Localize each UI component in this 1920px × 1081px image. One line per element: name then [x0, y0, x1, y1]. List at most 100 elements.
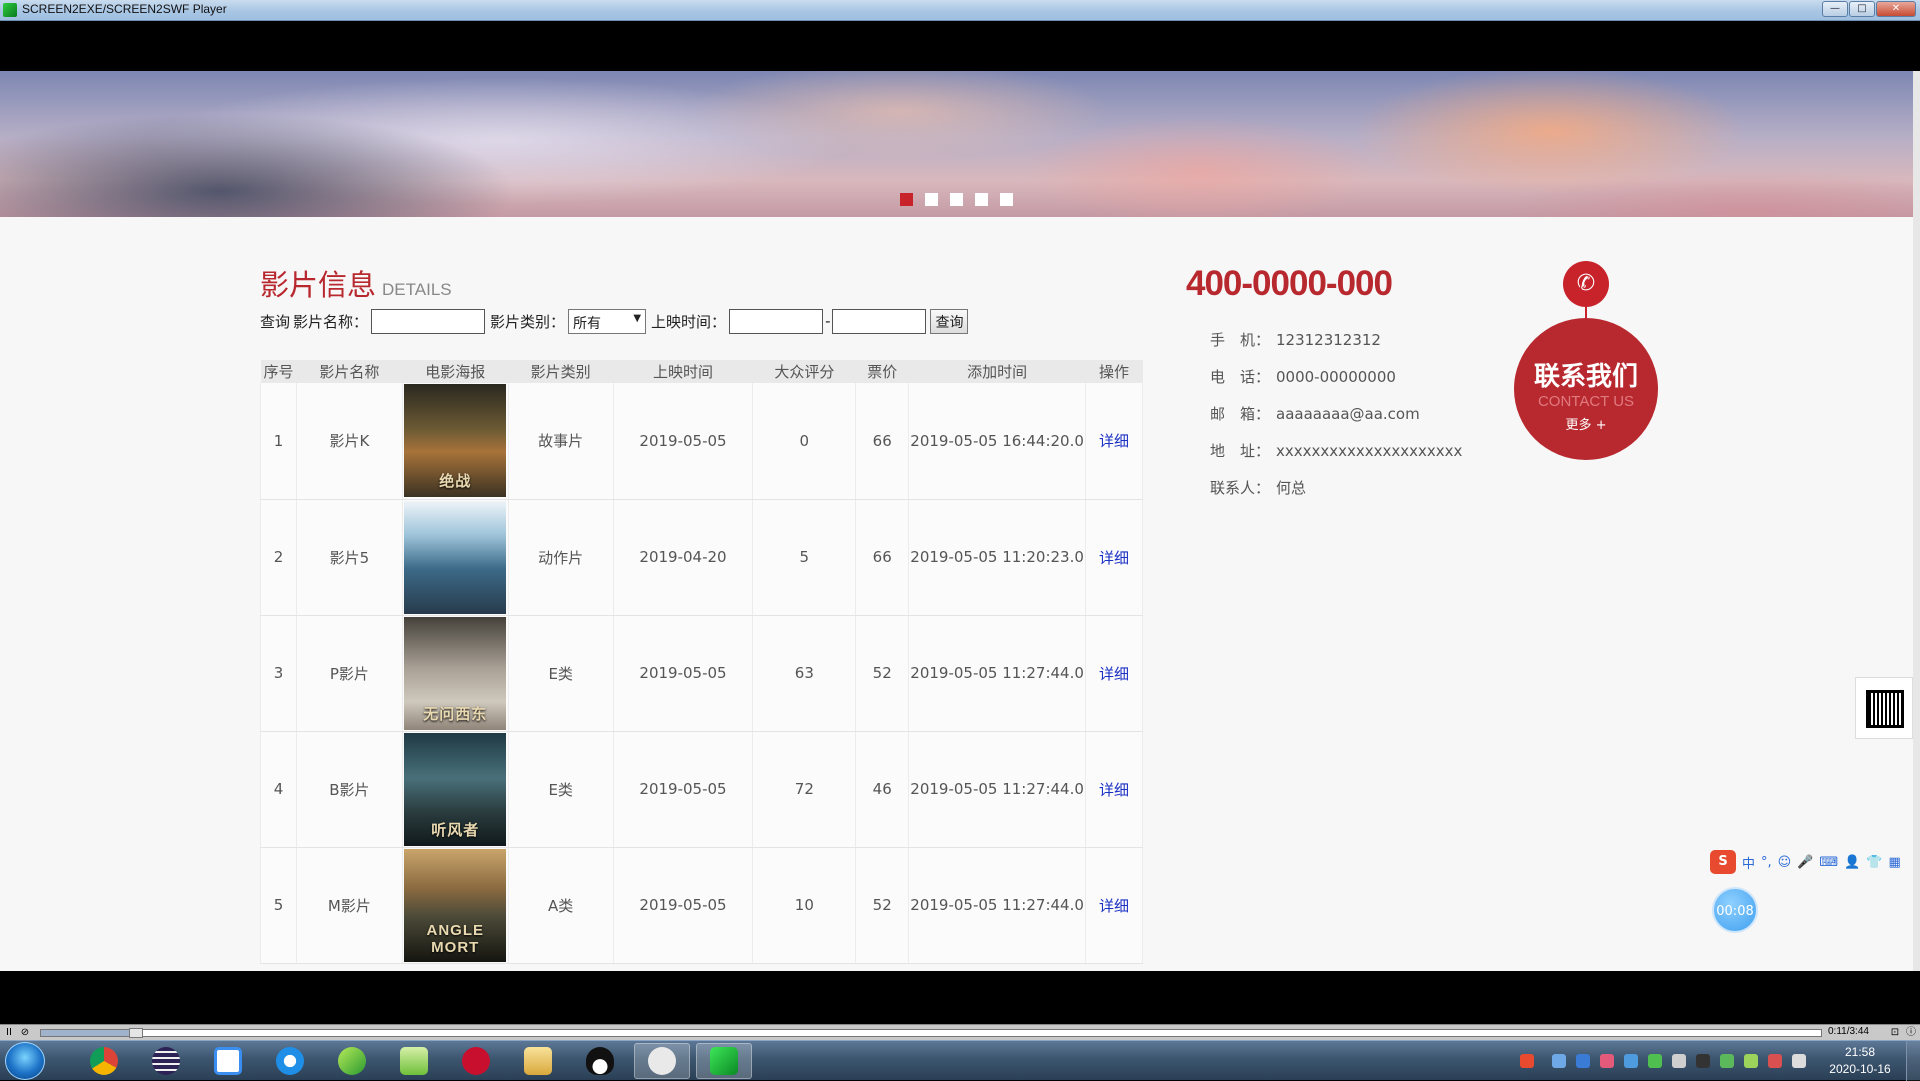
wechat-tray-icon[interactable] [1648, 1054, 1662, 1068]
movie-poster[interactable]: 无问西东 [404, 616, 507, 730]
taskbar-explorer[interactable] [510, 1043, 566, 1079]
recording-timer[interactable]: 00:08 [1712, 887, 1758, 933]
taskbar-green-app[interactable] [324, 1043, 380, 1079]
table-header-row: 序号 影片名称 电影海报 影片类别 上映时间 大众评分 票价 添加时间 操作 [260, 360, 1143, 383]
cell-no: 3 [260, 615, 297, 732]
hero-banner [0, 71, 1913, 217]
sogou-ime-icon[interactable]: S [1710, 850, 1736, 874]
cell-release: 2019-05-05 [613, 847, 754, 964]
release-date-from-input[interactable] [729, 308, 824, 334]
movie-poster[interactable] [404, 500, 507, 614]
keyboard-icon[interactable]: ⌨ [1819, 855, 1838, 870]
movie-name-input[interactable] [371, 308, 486, 334]
taskbar-eclipse[interactable] [138, 1043, 194, 1079]
section-title-en: DETAILS [382, 280, 452, 299]
search-button[interactable]: 查询 [930, 308, 969, 334]
cell-category: 故事片 [508, 383, 614, 500]
fullscreen-button[interactable]: ⊡ [1888, 1026, 1902, 1039]
user-icon[interactable]: 👤 [1844, 855, 1860, 870]
header-poster: 电影海报 [402, 360, 509, 383]
cell-release: 2019-05-05 [613, 383, 754, 500]
cell-category: E类 [508, 615, 614, 732]
taskbar-qq[interactable] [572, 1043, 628, 1079]
banner-dot-3[interactable] [950, 193, 963, 206]
cell-name: P影片 [296, 615, 403, 732]
cell-no: 2 [260, 499, 297, 616]
detail-link[interactable]: 详细 [1099, 665, 1129, 683]
movie-poster[interactable]: ANGLE MORT [404, 848, 507, 962]
player-viewport: 影片信息 DETAILS 查询 影片名称： 影片类别： 所有 ▼ 上映时间： - … [0, 21, 1920, 1024]
volume-muted-tray-icon[interactable] [1768, 1054, 1782, 1068]
cell-name: 影片K [296, 383, 403, 500]
qq-tray-icon[interactable] [1696, 1054, 1710, 1068]
page-scrollbar[interactable] [1913, 71, 1920, 971]
arrow-tray-icon[interactable] [1672, 1054, 1686, 1068]
start-button[interactable] [5, 1042, 45, 1080]
toolbox-icon[interactable]: ▦ [1889, 855, 1901, 870]
more-link[interactable]: 更多 + [1514, 414, 1658, 433]
table-row: 1 影片K 绝战 故事片 2019-05-05 0 66 2019-05-05 … [260, 383, 1143, 500]
banner-dot-5[interactable] [1000, 193, 1013, 206]
taskbar-wechat[interactable] [634, 1043, 690, 1079]
progress-track[interactable] [40, 1028, 1822, 1038]
detail-link[interactable]: 详细 [1099, 781, 1129, 799]
detail-link[interactable]: 详细 [1099, 549, 1129, 567]
header-no: 序号 [260, 360, 297, 383]
cell-price: 66 [855, 499, 910, 616]
sogou-tray-icon[interactable] [1520, 1054, 1534, 1068]
cell-category: 动作片 [508, 499, 614, 616]
player-control-bar: II ⊘ 0:11/3:44 ⊡ ⓘ [0, 1024, 1920, 1040]
cell-name: B影片 [296, 731, 403, 848]
contact-email: 邮 箱： aaaaaaaa@aa.com [1210, 405, 1420, 423]
window-controls: — □ ✕ [1822, 1, 1916, 17]
progress-thumb[interactable] [129, 1028, 143, 1038]
ime-mode-icon[interactable]: 中 [1742, 853, 1755, 872]
cloud-tray-icon[interactable] [1576, 1054, 1590, 1068]
window-title-bar[interactable]: SCREEN2EXE/SCREEN2SWF Player — □ ✕ [0, 0, 1920, 21]
taskbar-qq-browser[interactable] [262, 1043, 318, 1079]
network-tray-icon[interactable] [1552, 1054, 1566, 1068]
banner-dot-2[interactable] [925, 193, 938, 206]
contact-us-badge[interactable]: ✆ 联系我们 CONTACT US 更多 + [1514, 261, 1658, 461]
battery-tray-icon[interactable] [1720, 1054, 1734, 1068]
signal-tray-icon[interactable] [1744, 1054, 1758, 1068]
close-button[interactable]: ✕ [1876, 1, 1916, 17]
cell-poster: ANGLE MORT [402, 847, 509, 964]
pause-button[interactable]: II [2, 1026, 16, 1039]
release-date-to-input[interactable] [832, 308, 927, 334]
minimize-button[interactable]: — [1822, 1, 1848, 17]
banner-dot-4[interactable] [975, 193, 988, 206]
banner-dot-1[interactable] [900, 193, 913, 206]
microphone-icon[interactable]: 🎤 [1797, 855, 1813, 870]
taskbar-flash[interactable] [448, 1043, 504, 1079]
release-date-label: 上映时间： [651, 312, 727, 331]
table-row: 4 B影片 听风者 E类 2019-05-05 72 46 2019-05-05… [260, 731, 1143, 848]
clock-time: 21:58 [1844, 1045, 1876, 1059]
action-center-tray-icon[interactable] [1792, 1054, 1806, 1068]
cell-score: 63 [752, 615, 857, 732]
detail-link[interactable]: 详细 [1099, 897, 1129, 915]
movie-poster[interactable]: 听风者 [404, 732, 507, 846]
movie-poster[interactable]: 绝战 [404, 384, 507, 498]
flower-tray-icon[interactable] [1600, 1054, 1614, 1068]
taskbar-baidu-netdisk[interactable] [200, 1043, 256, 1079]
taskbar-chrome[interactable] [76, 1043, 132, 1079]
punctuation-icon[interactable]: °, [1761, 855, 1772, 870]
cell-action: 详细 [1085, 383, 1143, 500]
taskbar-clock[interactable]: 21:58 2020-10-16 [1820, 1044, 1900, 1078]
skin-icon[interactable]: 👕 [1866, 855, 1882, 870]
qr-code-tab[interactable] [1855, 677, 1913, 739]
taskbar-screen2exe-player[interactable] [696, 1043, 752, 1079]
qq-penguin-icon [586, 1047, 614, 1075]
stop-button[interactable]: ⊘ [18, 1026, 32, 1039]
detail-link[interactable]: 详细 [1099, 432, 1129, 450]
emoji-icon[interactable]: ☺ [1778, 855, 1792, 870]
contact-person: 联系人： 何总 [1210, 479, 1307, 497]
info-button[interactable]: ⓘ [1904, 1026, 1918, 1039]
cell-score: 72 [752, 731, 857, 848]
shield-tray-icon[interactable] [1624, 1054, 1638, 1068]
show-desktop-button[interactable] [1906, 1041, 1920, 1081]
taskbar-notepad-plus[interactable] [386, 1043, 442, 1079]
movie-category-select[interactable]: 所有 ▼ [568, 308, 647, 334]
maximize-button[interactable]: □ [1849, 1, 1875, 17]
